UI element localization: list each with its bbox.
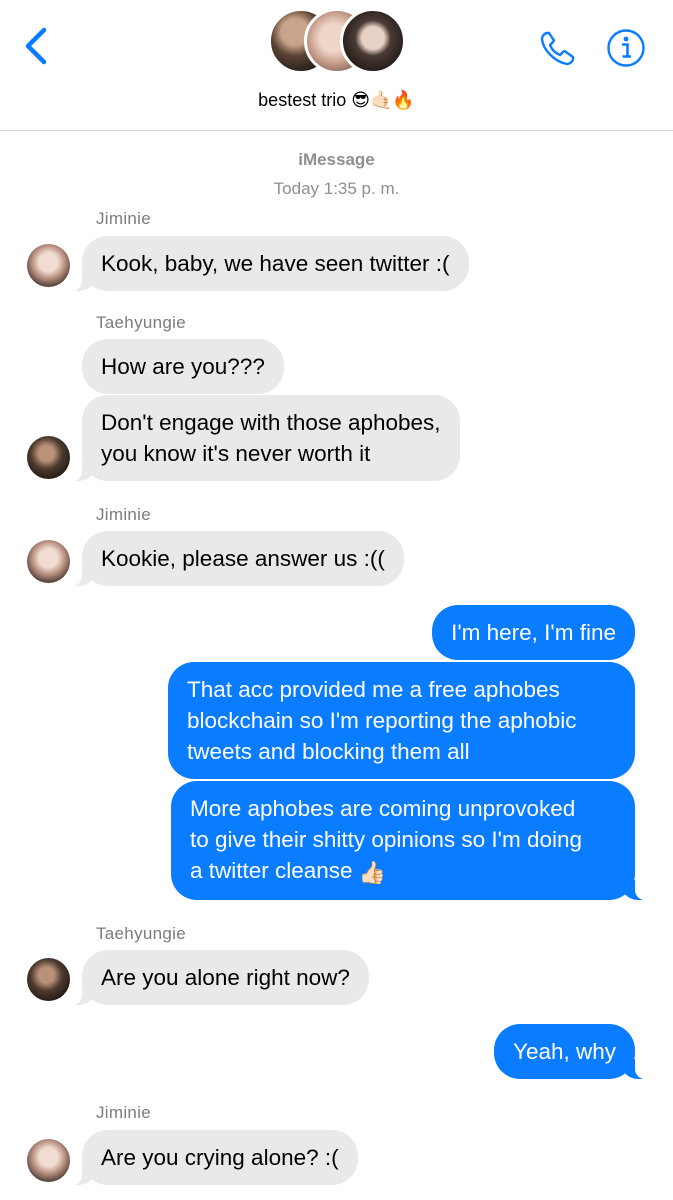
info-icon bbox=[607, 29, 645, 67]
message-bubble-outgoing[interactable]: I'm here, I'm fine bbox=[432, 605, 635, 660]
avatar[interactable] bbox=[27, 244, 70, 287]
message-text-line: Don't engage with those aphobes, bbox=[101, 410, 441, 435]
message-text: How are you??? bbox=[101, 354, 265, 379]
avatar[interactable] bbox=[27, 958, 70, 1001]
message-bubble-incoming[interactable]: Kookie, please answer us :(( bbox=[72, 531, 404, 586]
sender-name: Taehyungie bbox=[96, 924, 186, 943]
avatar bbox=[340, 8, 406, 74]
avatar[interactable] bbox=[27, 1139, 70, 1182]
sender-name: Jiminie bbox=[96, 505, 152, 524]
call-button[interactable] bbox=[538, 28, 578, 68]
message-bubble-incoming[interactable]: Are you alone right now? bbox=[72, 950, 369, 1005]
message-bubble-incoming[interactable]: Kook, baby, we have seen twitter :( bbox=[72, 236, 469, 291]
group-avatar[interactable] bbox=[268, 8, 408, 78]
message-bubble-incoming[interactable]: Are you crying alone? :( bbox=[72, 1130, 358, 1185]
imessage-screen: bestest trio 😎🤙🏻🔥 iMessage Today 1:35 p.… bbox=[0, 0, 673, 1200]
sender-name: Jiminie bbox=[96, 1103, 152, 1122]
message-text-line: a twitter cleanse bbox=[190, 858, 353, 883]
message-text-line: to give their shitty opinions so I'm doi… bbox=[190, 827, 583, 852]
timestamp: Today 1:35 p. m. bbox=[273, 179, 400, 198]
message-text: Are you alone right now? bbox=[101, 965, 350, 990]
avatar[interactable] bbox=[27, 540, 70, 583]
service-label: iMessage bbox=[298, 150, 375, 169]
sender-name: Jiminie bbox=[96, 209, 152, 228]
message-bubble-incoming[interactable]: How are you??? bbox=[82, 339, 284, 394]
message-bubble-incoming[interactable]: Don't engage with those aphobes, you kno… bbox=[72, 395, 460, 481]
group-title[interactable]: bestest trio 😎🤙🏻🔥 bbox=[0, 90, 673, 111]
conversation-header: bestest trio 😎🤙🏻🔥 bbox=[0, 0, 673, 131]
message-text: I'm here, I'm fine bbox=[451, 620, 616, 645]
message-text-line: blockchain so I'm reporting the aphobic bbox=[187, 708, 577, 733]
info-button[interactable] bbox=[606, 28, 646, 68]
avatar[interactable] bbox=[27, 436, 70, 479]
chevron-left-icon bbox=[25, 27, 47, 65]
message-bubble-outgoing[interactable]: More aphobes are coming unprovoked to gi… bbox=[171, 781, 645, 900]
message-text-line: That acc provided me a free aphobes bbox=[187, 677, 560, 702]
back-button[interactable] bbox=[20, 24, 54, 68]
message-text: Kookie, please answer us :(( bbox=[101, 546, 385, 571]
message-text: Kook, baby, we have seen twitter :( bbox=[101, 251, 450, 276]
thumbs-up-emoji: 👍🏻 bbox=[358, 860, 387, 885]
message-text-line: you know it's never worth it bbox=[101, 441, 371, 466]
message-bubble-outgoing[interactable]: That acc provided me a free aphobes bloc… bbox=[168, 662, 635, 779]
message-text-line: More aphobes are coming unprovoked bbox=[190, 796, 576, 821]
sender-name: Taehyungie bbox=[96, 313, 186, 332]
message-text: Yeah, why bbox=[513, 1039, 616, 1064]
message-text-line: tweets and blocking them all bbox=[187, 739, 470, 764]
message-text: Are you crying alone? :( bbox=[101, 1145, 339, 1170]
message-bubble-outgoing[interactable]: Yeah, why bbox=[494, 1024, 645, 1079]
phone-icon bbox=[540, 31, 575, 66]
